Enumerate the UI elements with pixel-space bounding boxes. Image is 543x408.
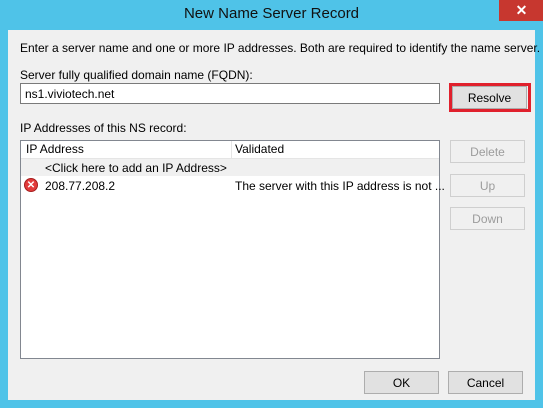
cancel-button[interactable]: Cancel: [448, 371, 523, 394]
fqdn-label: Server fully qualified domain name (FQDN…: [20, 68, 253, 82]
title-bar[interactable]: New Name Server Record ✕: [0, 0, 543, 30]
row-ip-address: 208.77.208.2: [45, 179, 116, 193]
fqdn-input[interactable]: ns1.viviotech.net: [20, 83, 440, 104]
close-button[interactable]: ✕: [499, 0, 543, 21]
row-validated-status: The server with this IP address is not .…: [235, 179, 445, 193]
add-ip-text: <Click here to add an IP Address>: [45, 161, 227, 175]
dialog-client-area: Enter a server name and one or more IP a…: [8, 30, 540, 400]
ok-button[interactable]: OK: [364, 371, 439, 394]
instructions-text: Enter a server name and one or more IP a…: [20, 41, 541, 55]
add-ip-row[interactable]: <Click here to add an IP Address>: [21, 159, 439, 176]
error-icon: ✕: [24, 178, 38, 192]
resolve-highlight-box: [449, 83, 531, 112]
dialog-window: New Name Server Record ✕ Enter a server …: [0, 0, 543, 408]
ip-address-list[interactable]: IP Address Validated <Click here to add …: [20, 140, 445, 359]
column-header-validated[interactable]: Validated: [235, 142, 284, 156]
up-button[interactable]: Up: [450, 174, 525, 197]
table-row[interactable]: ✕ 208.77.208.2 The server with this IP a…: [21, 176, 445, 194]
column-header-ip-address[interactable]: IP Address: [26, 142, 84, 156]
list-header: IP Address Validated: [21, 141, 439, 159]
window-title: New Name Server Record: [183, 5, 360, 22]
down-button[interactable]: Down: [450, 207, 525, 230]
delete-button[interactable]: Delete: [450, 140, 525, 163]
close-icon: ✕: [515, 2, 528, 18]
column-divider: [231, 141, 232, 158]
ip-section-label: IP Addresses of this NS record:: [20, 121, 187, 135]
